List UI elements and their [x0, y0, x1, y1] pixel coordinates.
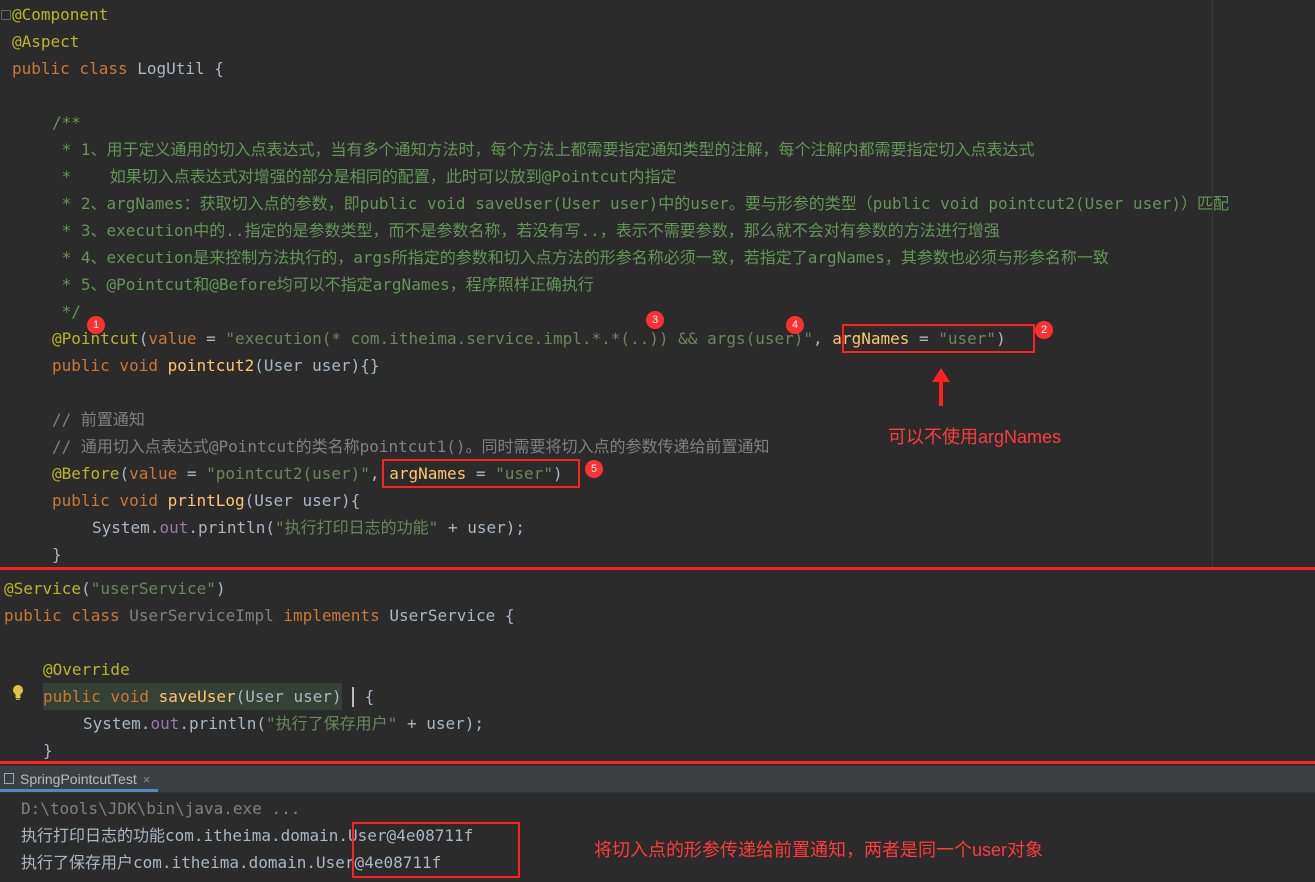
- close-icon[interactable]: ×: [143, 772, 151, 787]
- doc-comment-line-1: * 1、用于定义通用的切入点表达式，当有多个通知方法时，每个方法上都需要指定通知…: [52, 140, 1035, 159]
- code-line-printlog-method: public void printLog(User user){: [52, 491, 361, 510]
- doc-comment-line-6: * 5、@Pointcut和@Before均可以不指定argNames，程序照样…: [52, 275, 594, 294]
- doc-comment-line-3: * 2、argNames：获取切入点的参数，即public void saveU…: [52, 194, 1229, 213]
- annotation-note-same-user: 将切入点的形参传递给前置通知，两者是同一个user对象: [594, 840, 1044, 860]
- doc-comment-line-5: * 4、execution是来控制方法执行的，args所指定的参数和切入点方法的…: [52, 248, 1109, 267]
- fold-marker[interactable]: [1, 10, 11, 20]
- run-console-panel[interactable]: SpringPointcutTest × D:\tools\JDK\bin\jav…: [0, 766, 1315, 882]
- lightbulb-icon[interactable]: [12, 684, 24, 700]
- doc-comment-open: /**: [52, 113, 81, 132]
- run-config-icon: [4, 773, 14, 784]
- code-line-aspect: @Aspect: [12, 32, 80, 51]
- editor-top-pane[interactable]: @Component @Aspect public class LogUtil …: [0, 0, 1315, 568]
- code-line-close-brace: }: [52, 545, 62, 564]
- doc-comment-line-2: * 如果切入点表达式对增强的部分是相同的配置，此时可以放到@Pointcut内指…: [52, 167, 677, 186]
- line-comment-pointcut-usage: // 通用切入点表达式@Pointcut的类名称pointcut1()。同时需要…: [52, 437, 770, 456]
- code-line-override: @Override: [43, 660, 130, 679]
- user-hash-highlight-box: [352, 822, 520, 878]
- text-caret: [352, 687, 354, 707]
- code-line-class-decl: public class LogUtil {: [12, 59, 224, 78]
- badge-4: 4: [786, 316, 804, 334]
- argnames-highlight-box-2: [382, 459, 580, 488]
- console-output-command: D:\tools\JDK\bin\java.exe ...: [21, 799, 301, 818]
- code-line-println-log: System.out.println("执行打印日志的功能" + user);: [92, 518, 526, 537]
- code-line-pointcut2-method: public void pointcut2(User user){}: [52, 356, 380, 375]
- badge-2: 2: [1035, 321, 1053, 339]
- argnames-highlight-box-1: [842, 324, 1035, 353]
- doc-comment-close: */: [52, 302, 81, 321]
- code-line-saveuser-method: public void saveUser(User user): [43, 683, 342, 710]
- badge-1: 1: [87, 316, 105, 334]
- code-line-impl-class: public class UserServiceImpl implements …: [4, 606, 515, 625]
- arrow-up-icon: [932, 368, 950, 406]
- right-margin-guide: [1212, 0, 1213, 568]
- badge-5: 5: [585, 460, 603, 478]
- tab-label: SpringPointcutTest: [20, 771, 137, 787]
- code-line-close-brace-2: }: [43, 741, 53, 760]
- badge-3: 3: [646, 311, 664, 329]
- tab-spring-pointcut-test[interactable]: SpringPointcutTest ×: [0, 766, 159, 792]
- editor-bottom-pane[interactable]: @Service("userService") public class Use…: [0, 570, 1315, 762]
- section-divider-2: [0, 761, 1315, 764]
- code-line-saveuser-brace: {: [355, 687, 375, 706]
- run-tab-bar: SpringPointcutTest ×: [0, 766, 1315, 793]
- code-line-component: @Component: [12, 5, 109, 24]
- code-line-service-annotation: @Service("userService"): [4, 579, 226, 598]
- code-line-println-save: System.out.println("执行了保存用户" + user);: [83, 714, 485, 733]
- line-comment-before: // 前置通知: [52, 410, 145, 429]
- annotation-note-argnames: 可以不使用argNames: [888, 427, 1062, 447]
- doc-comment-line-4: * 3、execution中的..指定的是参数类型，而不是参数名称，若没有写..…: [52, 221, 1000, 240]
